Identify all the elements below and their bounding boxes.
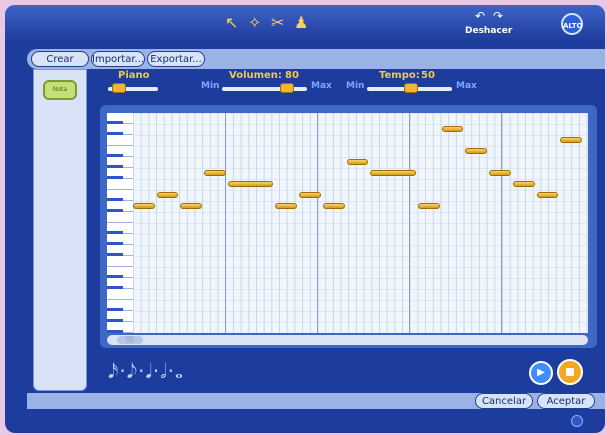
measure-line [409,113,410,333]
measure-line [225,113,226,333]
note-block[interactable] [156,192,179,198]
horizontal-scrollbar[interactable]: |||| [107,335,588,345]
undo-label: Deshacer [465,26,513,36]
measure-line [317,113,318,333]
pointer-icon[interactable]: ↖ [225,13,238,32]
note-grid[interactable] [133,113,588,333]
tempo-slider-knob[interactable] [403,83,418,93]
tempo-label: Tempo: [379,70,420,81]
note-block[interactable] [417,203,440,209]
accept-button[interactable]: Aceptar [537,393,595,409]
play-button[interactable]: ▶ [529,361,553,385]
note-block[interactable] [322,203,345,209]
app-window: ↖ ✧ ✂ ♟ ↶ ↷ Deshacer ALTO Crear Importar… [5,5,605,433]
note-block[interactable] [275,203,298,209]
stop-button[interactable] [557,359,583,385]
note-block[interactable] [512,181,535,187]
white-key[interactable] [107,135,133,146]
volume-label: Volumen: [229,70,282,81]
white-key[interactable] [107,179,133,190]
note-block[interactable] [180,203,203,209]
note-block[interactable] [441,126,464,132]
instrument-tile[interactable]: Nota [43,80,77,100]
note-block[interactable] [465,148,488,154]
note-block[interactable] [204,170,226,176]
importar-button[interactable]: Importar... [91,51,145,67]
instrument-name: Piano [118,70,150,81]
white-key[interactable] [107,212,133,223]
volume-min-label: Min [201,81,220,91]
note-duration-palette[interactable]: 𝅘𝅥𝅯·𝅘𝅥𝅮·𝅘𝅥·𝅗𝅥·𝅝 [108,359,184,383]
cancel-button[interactable]: Cancelar [475,393,533,409]
resize-grip-icon[interactable] [571,415,583,427]
scrollbar-thumb[interactable]: |||| [117,336,143,344]
note-block[interactable] [227,181,274,187]
note-block[interactable] [346,159,369,165]
note-block[interactable] [560,137,582,143]
scissors-icon[interactable]: ✂ [271,13,284,32]
redo-icon[interactable]: ↷ [493,9,503,23]
instrument-sidebar: Nota [33,69,87,391]
magic-wand-icon[interactable]: ✧ [248,13,261,32]
crear-button[interactable]: Crear [31,51,89,67]
white-key[interactable] [107,256,133,267]
note-block[interactable] [489,170,511,176]
piano-roll[interactable] [107,113,588,333]
undo-icon[interactable]: ↶ [475,9,485,23]
tempo-min-label: Min [346,81,365,91]
file-toolbar: Crear Importar... Exportar... [27,49,605,69]
note-block[interactable] [133,203,155,209]
stamp-icon[interactable]: ♟ [294,13,308,32]
measure-line [501,113,502,333]
note-block[interactable] [370,170,416,176]
exportar-button[interactable]: Exportar... [147,51,205,67]
instrument-slider-knob[interactable] [112,83,126,93]
alto-button[interactable]: ALTO [561,13,583,35]
volume-slider[interactable] [222,87,307,91]
piano-keyboard[interactable] [107,113,133,333]
top-toolbar: ↖ ✧ ✂ ♟ ↶ ↷ Deshacer ALTO [5,5,605,41]
stop-icon [566,368,574,376]
black-key[interactable] [107,330,123,333]
dialog-button-bar: Cancelar Aceptar [27,393,605,409]
note-block[interactable] [299,192,321,198]
tempo-value: 50 [421,70,435,81]
white-key[interactable] [107,289,133,300]
volume-max-label: Max [311,81,332,91]
volume-slider-knob[interactable] [280,83,295,93]
note-block[interactable] [536,192,559,198]
tempo-max-label: Max [456,81,477,91]
volume-value: 80 [285,70,299,81]
